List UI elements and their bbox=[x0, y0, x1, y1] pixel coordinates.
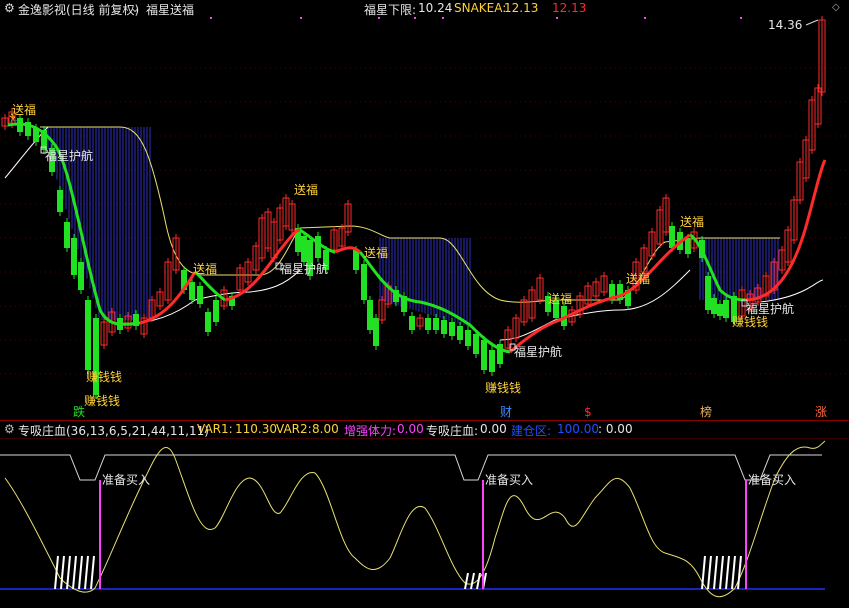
annotation-songfu-3: 送福 bbox=[294, 182, 318, 197]
svg-text:送福: 送福 bbox=[294, 182, 318, 197]
svg-text:送福: 送福 bbox=[364, 245, 388, 260]
scroll-up-icon[interactable]: ◇ bbox=[832, 2, 840, 13]
var1-value: 110.30 bbox=[235, 422, 277, 436]
top-dots bbox=[210, 17, 742, 19]
marker-bang[interactable]: 榜 bbox=[700, 404, 712, 419]
zhuanxi-value: 0.00 bbox=[480, 422, 507, 436]
zengqiang-value: 0.00 bbox=[397, 422, 424, 436]
var2-label: VAR2: bbox=[276, 422, 312, 436]
svg-text:准备买入: 准备买入 bbox=[748, 473, 796, 487]
annotation-zhuanqian-3: 赚钱钱 bbox=[485, 380, 521, 395]
sub-indicator-chart[interactable]: 准备买入 准备买入 准备买入 bbox=[0, 438, 849, 608]
marker-dollar[interactable]: $ bbox=[584, 405, 592, 419]
jiancang-label: 建仓区: bbox=[511, 424, 552, 438]
zhuanxi-label: 专吸庄血: bbox=[426, 424, 479, 438]
annotation-songfu-6: 送福 bbox=[626, 271, 650, 286]
extra-value: : 0.00 bbox=[598, 422, 633, 436]
svg-text:送福: 送福 bbox=[680, 214, 704, 229]
marker-die[interactable]: 跌 bbox=[73, 404, 85, 419]
svg-text:福星护航: 福星护航 bbox=[45, 148, 93, 163]
var2-value: 8.00 bbox=[312, 422, 339, 436]
annotation-zhuanqian-1: 赚钱钱 bbox=[86, 369, 122, 384]
annotation-songfu-4: 送福 bbox=[364, 245, 388, 260]
blue-hatch-2 bbox=[379, 238, 471, 327]
svg-text:福星护航: 福星护航 bbox=[514, 344, 562, 359]
jiancang-value: 100.00 bbox=[557, 422, 599, 436]
yellow-oscillator-line bbox=[4, 440, 826, 598]
svg-text:14.36: 14.36 bbox=[768, 18, 802, 32]
sub-indicator-name[interactable]: 专吸庄血(36,13,6,5,21,44,11,11) bbox=[18, 422, 209, 439]
zengqiang-label: 增强体力: bbox=[344, 424, 397, 438]
main-price-chart[interactable]: 送福 🏃 福星护航 赚钱钱 赚钱钱 送福 送福 福星护航 送福 送福 福星护航 … bbox=[0, 0, 849, 420]
annotation-songfu-5: 送福 bbox=[548, 291, 572, 306]
max-price-marker: 14.36 bbox=[768, 18, 819, 32]
pane-divider bbox=[0, 420, 849, 421]
buy-signal-2: 准备买入 bbox=[482, 473, 533, 589]
svg-text:送福: 送福 bbox=[193, 261, 217, 276]
candlesticks bbox=[1, 16, 826, 399]
buy-signal-1: 准备买入 bbox=[99, 473, 150, 589]
marker-zhang[interactable]: 涨 bbox=[815, 404, 827, 419]
svg-text:送福: 送福 bbox=[626, 271, 650, 286]
annotation-fuxing-2: 福星护航 bbox=[275, 261, 328, 276]
svg-text:准备买入: 准备买入 bbox=[485, 473, 533, 487]
annotation-songfu-7: 送福 bbox=[680, 214, 704, 229]
annotation-fuxing-4: 福星护航 bbox=[741, 299, 794, 316]
annotation-songfu-2: 送福 bbox=[193, 261, 217, 276]
svg-text:赚钱钱: 赚钱钱 bbox=[732, 314, 768, 329]
annotation-zhuanqian-4: 赚钱钱 bbox=[732, 314, 768, 329]
red-trend-line bbox=[139, 159, 827, 354]
annotation-fuxing-1: 福星护航 bbox=[40, 146, 93, 163]
accumulation-bars bbox=[54, 555, 742, 590]
svg-text:赚钱钱: 赚钱钱 bbox=[485, 380, 521, 395]
var1-label: VAR1: bbox=[197, 422, 233, 436]
sub-chart-header: ⚙ 专吸庄血(36,13,6,5,21,44,11,11) VAR1: 110.… bbox=[0, 421, 849, 438]
annotation-fuxing-3: 福星护航 bbox=[509, 343, 562, 359]
svg-text:送福: 送福 bbox=[548, 291, 572, 306]
svg-text:福星护航: 福星护航 bbox=[746, 301, 794, 316]
svg-text:准备买入: 准备买入 bbox=[102, 473, 150, 487]
sub-gear-icon[interactable]: ⚙ bbox=[4, 422, 15, 436]
svg-text:赚钱钱: 赚钱钱 bbox=[84, 393, 120, 408]
svg-text:福星护航: 福星护航 bbox=[280, 261, 328, 276]
svg-text:赚钱钱: 赚钱钱 bbox=[86, 369, 122, 384]
marker-cai[interactable]: 财 bbox=[500, 405, 512, 419]
svg-text:🏃: 🏃 bbox=[6, 112, 20, 125]
annotation-zhuanqian-2: 赚钱钱 bbox=[84, 393, 120, 408]
lower-envelope-line bbox=[4, 126, 824, 341]
